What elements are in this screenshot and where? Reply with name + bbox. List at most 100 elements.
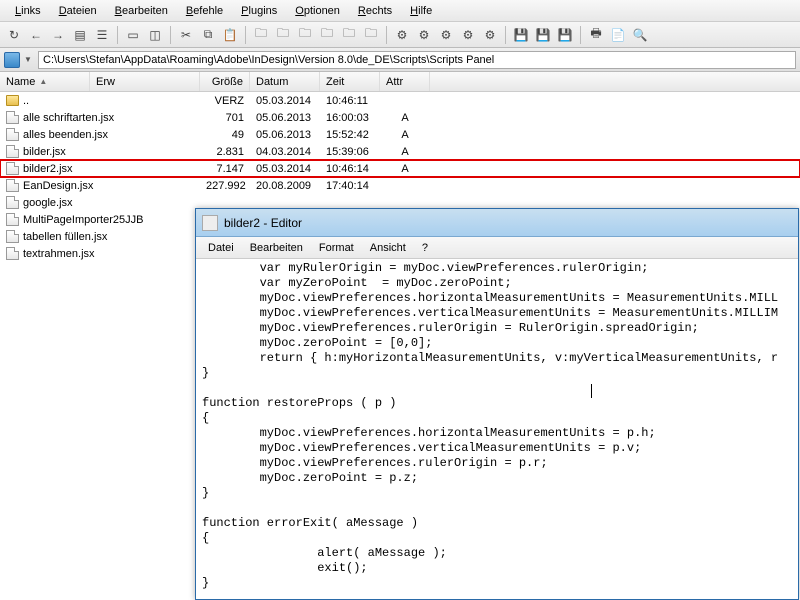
col-attr[interactable]: Attr	[380, 72, 430, 91]
col-erw[interactable]: Erw	[90, 72, 200, 91]
paste-icon[interactable]: 📋	[220, 25, 240, 45]
cut-icon[interactable]: ✂	[176, 25, 196, 45]
tool2-icon[interactable]: ⚙	[414, 25, 434, 45]
archive5-icon[interactable]: 🗀	[339, 25, 359, 45]
file-icon	[6, 128, 19, 141]
file-row[interactable]: alle schriftarten.jsx 70105.06.201316:00:…	[0, 109, 800, 126]
file-time-cell: 10:46:11	[320, 95, 380, 107]
file-icon	[6, 230, 19, 243]
file-row[interactable]: ..VERZ05.03.201410:46:11	[0, 92, 800, 109]
path-field[interactable]: C:\Users\Stefan\AppData\Roaming\Adobe\In…	[38, 51, 796, 69]
file-name-cell: bilder2.jsx	[0, 162, 200, 175]
file-icon	[6, 213, 19, 226]
tool1-icon[interactable]: ⚙	[392, 25, 412, 45]
menu-hilfe[interactable]: Hilfe	[401, 3, 441, 19]
file-icon	[6, 196, 19, 209]
file-icon	[6, 145, 19, 158]
editor-menu-help[interactable]: ?	[414, 240, 436, 256]
editor-menu-ansicht[interactable]: Ansicht	[362, 240, 414, 256]
file-size-cell: 701	[200, 112, 250, 124]
file-attr-cell: A	[380, 146, 430, 158]
tool4-icon[interactable]: ⚙	[458, 25, 478, 45]
forward-icon[interactable]: →	[48, 25, 68, 45]
drive-icon[interactable]	[4, 52, 20, 68]
editor-menu-format[interactable]: Format	[311, 240, 362, 256]
reload-icon[interactable]: ↻	[4, 25, 24, 45]
col-grosse[interactable]: Größe	[200, 72, 250, 91]
file-date-cell: 05.03.2014	[250, 95, 320, 107]
archive1-icon[interactable]: 🗀	[251, 25, 271, 45]
file-name-label: bilder.jsx	[23, 146, 66, 158]
editor-titlebar[interactable]: bilder2 - Editor	[196, 209, 798, 237]
file-name-cell: EanDesign.jsx	[0, 179, 200, 192]
menu-plugins[interactable]: Plugins	[232, 3, 286, 19]
file-icon	[6, 179, 19, 192]
updir-icon	[6, 95, 19, 106]
file-size-cell: 2.831	[200, 146, 250, 158]
file-row[interactable]: bilder2.jsx7.14705.03.201410:46:14A	[0, 160, 800, 177]
file-size-cell: 227.992	[200, 180, 250, 192]
text-cursor	[591, 384, 592, 398]
tool3-icon[interactable]: ⚙	[436, 25, 456, 45]
file-date-cell: 05.06.2013	[250, 112, 320, 124]
menu-befehle[interactable]: Befehle	[177, 3, 232, 19]
menu-links[interactable]: Links	[6, 3, 50, 19]
pathbar: ▼ C:\Users\Stefan\AppData\Roaming\Adobe\…	[0, 48, 800, 72]
list-icon[interactable]: ▤	[70, 25, 90, 45]
file-size-cell: 49	[200, 129, 250, 141]
file-date-cell: 20.08.2009	[250, 180, 320, 192]
file-name-cell: google.jsx	[0, 196, 200, 209]
disk3-icon[interactable]: 💾	[555, 25, 575, 45]
file-attr-cell: A	[380, 112, 430, 124]
file-icon	[6, 247, 19, 260]
search-icon[interactable]: 🔍	[630, 25, 650, 45]
menu-dateien[interactable]: Dateien	[50, 3, 106, 19]
disk1-icon[interactable]: 💾	[511, 25, 531, 45]
file-row[interactable]: bilder.jsx 2.83104.03.201415:39:06A	[0, 143, 800, 160]
editor-menu-bearbeiten[interactable]: Bearbeiten	[242, 240, 311, 256]
file-icon	[6, 111, 19, 124]
editor-menubar: Datei Bearbeiten Format Ansicht ?	[196, 237, 798, 259]
archive2-icon[interactable]: 🗀	[273, 25, 293, 45]
file-name-label: textrahmen.jsx	[23, 248, 95, 260]
copy-icon[interactable]: ⧉	[198, 25, 218, 45]
col-name[interactable]: Name▲	[0, 72, 90, 91]
file-row[interactable]: EanDesign.jsx 227.99220.08.200917:40:14	[0, 177, 800, 194]
print-icon[interactable]: 🖶	[586, 25, 606, 45]
menu-rechts[interactable]: Rechts	[349, 3, 401, 19]
file-list-header: Name▲ Erw Größe Datum Zeit Attr	[0, 72, 800, 92]
file-row[interactable]: alles beenden.jsx4905.06.201315:52:42A	[0, 126, 800, 143]
file-name-label: tabellen füllen.jsx	[23, 231, 107, 243]
editor-app-icon	[202, 215, 218, 231]
file-time-cell: 15:39:06	[320, 146, 380, 158]
archive6-icon[interactable]: 🗀	[361, 25, 381, 45]
file-attr-cell: A	[380, 129, 430, 141]
editor-text-area[interactable]: var myRulerOrigin = myDoc.viewPreference…	[196, 259, 798, 599]
file-time-cell: 17:40:14	[320, 180, 380, 192]
tree-icon[interactable]: ☰	[92, 25, 112, 45]
tool5-icon[interactable]: ⚙	[480, 25, 500, 45]
archive3-icon[interactable]: 🗀	[295, 25, 315, 45]
file-time-cell: 16:00:03	[320, 112, 380, 124]
file-time-cell: 10:46:14	[320, 163, 380, 175]
file-time-cell: 15:52:42	[320, 129, 380, 141]
archive4-icon[interactable]: 🗀	[317, 25, 337, 45]
notes-icon[interactable]: 📄	[608, 25, 628, 45]
back-icon[interactable]: ←	[26, 25, 46, 45]
file-name-cell: ..	[0, 95, 200, 107]
drive-dropdown-icon[interactable]: ▼	[24, 55, 34, 64]
file-name-label: EanDesign.jsx	[23, 180, 93, 192]
file-name-label: alles beenden.jsx	[23, 129, 108, 141]
invert-icon[interactable]: ◫	[145, 25, 165, 45]
col-zeit[interactable]: Zeit	[320, 72, 380, 91]
editor-menu-datei[interactable]: Datei	[200, 240, 242, 256]
disk2-icon[interactable]: 💾	[533, 25, 553, 45]
col-datum[interactable]: Datum	[250, 72, 320, 91]
file-name-label: alle schriftarten.jsx	[23, 112, 114, 124]
menu-bearbeiten[interactable]: Bearbeiten	[106, 3, 177, 19]
editor-window: bilder2 - Editor Datei Bearbeiten Format…	[195, 208, 799, 600]
select-icon[interactable]: ▭	[123, 25, 143, 45]
file-date-cell: 04.03.2014	[250, 146, 320, 158]
file-name-label: ..	[23, 95, 29, 107]
menu-optionen[interactable]: Optionen	[286, 3, 349, 19]
